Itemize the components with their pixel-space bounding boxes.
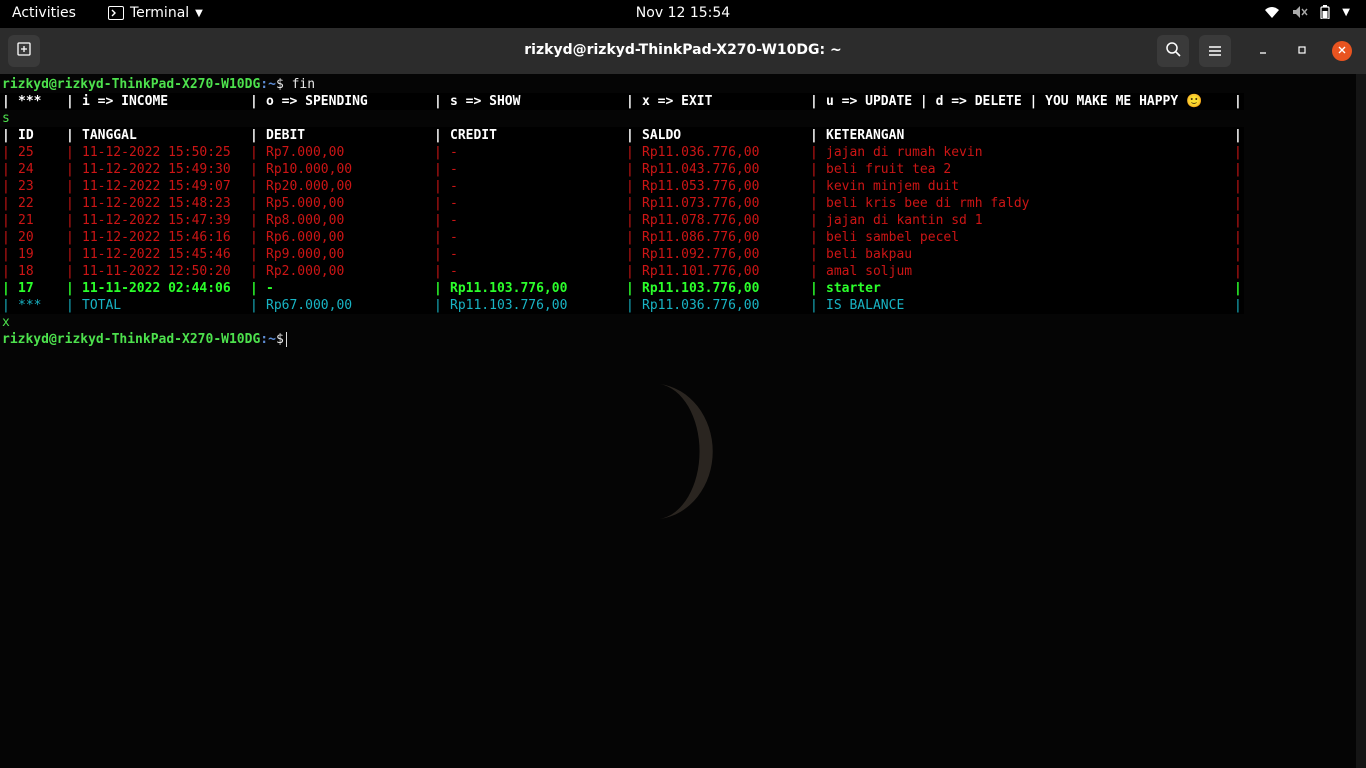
table-row: | | | | | | | 22 11-12-2022 15:48:23 Rp5.000,00- R… <box>0 195 1244 212</box>
table-cell: 18 <box>18 264 34 279</box>
table-cell: 11-12-2022 15:47:39 <box>82 213 231 228</box>
table-cell: - <box>450 179 458 194</box>
table-cell: 23 <box>18 179 34 194</box>
table-cell: Rp20.000,00 <box>266 179 353 194</box>
prompt-line[interactable]: rizkyd@rizkyd-ThinkPad-X270-W10DG:~$ <box>2 331 287 348</box>
table-cell: Rp7.000,00 <box>266 145 345 160</box>
table-cell: - <box>450 247 458 262</box>
table-cell: Rp10.000,00 <box>266 162 353 177</box>
table-cell: Rp11.043.776,00 <box>642 162 760 177</box>
table-cell: kevin minjem duit <box>826 179 960 194</box>
table-cell: 22 <box>18 196 34 211</box>
table-row: | | | | | | | 24 11-12-2022 15:49:30 Rp10.000,00-… <box>0 161 1244 178</box>
table-row: | | | | | | | 23 11-12-2022 15:49:07 Rp20.000,00-… <box>0 178 1244 195</box>
table-cell: Rp11.036.776,00 <box>642 145 760 160</box>
table-row-total: | *** | TOTAL | Rp67.000,00 | Rp11.103.776,0… <box>0 297 1244 314</box>
input-echo: s <box>2 111 10 126</box>
table-cell: Rp11.073.776,00 <box>642 196 760 211</box>
text-cursor <box>285 332 287 347</box>
chevron-down-icon: ▼ <box>1342 6 1350 18</box>
battery-icon <box>1320 5 1330 20</box>
table-row: | | | | | | | 19 11-12-2022 15:45:46 Rp9.000,00- R… <box>0 246 1244 263</box>
table-cell: - <box>450 196 458 211</box>
table-cell: - <box>450 230 458 245</box>
scrollbar[interactable] <box>1356 74 1366 768</box>
table-cell: beli kris bee di rmh faldy <box>826 196 1030 211</box>
minimize-icon <box>1258 44 1268 58</box>
table-cell: 11-12-2022 15:49:30 <box>82 162 231 177</box>
app-menu-label: Terminal <box>130 5 190 21</box>
table-cell: 11-11-2022 12:50:20 <box>82 264 231 279</box>
table-cell: amal soljum <box>826 264 913 279</box>
wifi-icon <box>1264 5 1280 19</box>
table-cell: Rp9.000,00 <box>266 247 345 262</box>
moon-wallpaper <box>660 384 713 519</box>
top-bar: Activities Terminal ▼ Nov 12 15:54 ▼ <box>0 0 1366 28</box>
table-cell: 20 <box>18 230 34 245</box>
table-cell: Rp8.000,00 <box>266 213 345 228</box>
table-cell: 11-12-2022 15:49:07 <box>82 179 231 194</box>
table-row: | | | | | | | 21 11-12-2022 15:47:39 Rp8.000,00- R… <box>0 212 1244 229</box>
maximize-icon <box>1297 44 1307 58</box>
chevron-down-icon: ▼ <box>195 7 203 19</box>
close-button[interactable] <box>1332 41 1352 61</box>
table-cell: - <box>450 213 458 228</box>
table-row: | | | | | | | 20 11-12-2022 15:46:16 Rp6.000,00- R… <box>0 229 1244 246</box>
table-cell: beli fruit tea 2 <box>826 162 952 177</box>
table-cell: 24 <box>18 162 34 177</box>
clock[interactable]: Nov 12 15:54 <box>0 5 1366 21</box>
table-cell: Rp11.101.776,00 <box>642 264 760 279</box>
system-tray[interactable]: ▼ <box>1264 5 1350 20</box>
activities-button[interactable]: Activities <box>12 5 76 21</box>
table-cell: 19 <box>18 247 34 262</box>
table-cell: 25 <box>18 145 34 160</box>
table-cell: jajan di kantin sd 1 <box>826 213 983 228</box>
table-cell: beli sambel pecel <box>826 230 960 245</box>
table-row: | | | | | | | 18 11-11-2022 12:50:20 Rp2.000,00- R… <box>0 263 1244 280</box>
table-cell: 11-12-2022 15:50:25 <box>82 145 231 160</box>
table-cell: Rp11.053.776,00 <box>642 179 760 194</box>
table-row: | | | | | | | 25 11-12-2022 15:50:25 Rp7.000,00- R… <box>0 144 1244 161</box>
app-menu[interactable]: Terminal ▼ <box>108 5 203 21</box>
table-cell: Rp2.000,00 <box>266 264 345 279</box>
menu-line: | *** | i => INCOME | o => SPENDING | s => S… <box>0 93 1244 110</box>
new-tab-icon <box>16 41 32 61</box>
table-cell: - <box>450 162 458 177</box>
table-cell: Rp11.092.776,00 <box>642 247 760 262</box>
table-cell: - <box>450 145 458 160</box>
table-cell: 11-12-2022 15:46:16 <box>82 230 231 245</box>
minimize-button[interactable] <box>1253 41 1273 61</box>
command-line: rizkyd@rizkyd-ThinkPad-X270-W10DG:~$ fin <box>2 77 316 92</box>
terminal-icon <box>108 6 124 20</box>
table-row-starter: | 17 | 11-11-2022 02:44:06 | - | Rp11.103.77… <box>0 280 1244 297</box>
table-cell: Rp5.000,00 <box>266 196 345 211</box>
search-icon <box>1165 41 1181 61</box>
table-cell: 11-12-2022 15:45:46 <box>82 247 231 262</box>
table-cell: 11-12-2022 15:48:23 <box>82 196 231 211</box>
table-cell: beli bakpau <box>826 247 913 262</box>
table-cell: jajan di rumah kevin <box>826 145 983 160</box>
table-cell: - <box>450 264 458 279</box>
input-echo: x <box>2 315 10 330</box>
table-cell: 21 <box>18 213 34 228</box>
maximize-button[interactable] <box>1292 41 1312 61</box>
volume-muted-icon <box>1292 5 1308 19</box>
table-header: | ID | TANGGAL | DEBIT | CREDIT | SALDO | KETE… <box>0 127 1244 144</box>
table-cell: Rp11.086.776,00 <box>642 230 760 245</box>
terminal-area[interactable]: rizkyd@rizkyd-ThinkPad-X270-W10DG:~$ fin… <box>0 74 1356 768</box>
menu-button[interactable] <box>1199 35 1231 67</box>
hamburger-menu-icon <box>1208 42 1222 61</box>
new-tab-button[interactable] <box>8 35 40 67</box>
table-cell: Rp11.078.776,00 <box>642 213 760 228</box>
close-icon <box>1337 44 1347 58</box>
search-button[interactable] <box>1157 35 1189 67</box>
table-cell: Rp6.000,00 <box>266 230 345 245</box>
window-titlebar: rizkyd@rizkyd-ThinkPad-X270-W10DG: ~ <box>0 28 1366 74</box>
